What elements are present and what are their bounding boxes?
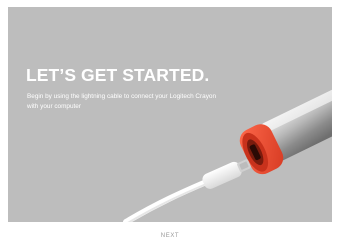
crayon-lightning-cable-illustration xyxy=(123,78,332,222)
next-button[interactable]: NEXT xyxy=(145,229,195,243)
page-title: LET’S GET STARTED. xyxy=(26,65,210,85)
instruction-text: Begin by using the lightning cable to co… xyxy=(27,93,217,110)
lightning-plug xyxy=(202,159,251,189)
setup-window: LET’S GET STARTED. Begin by using the li… xyxy=(0,0,340,247)
hero-panel: LET’S GET STARTED. Begin by using the li… xyxy=(8,7,332,222)
